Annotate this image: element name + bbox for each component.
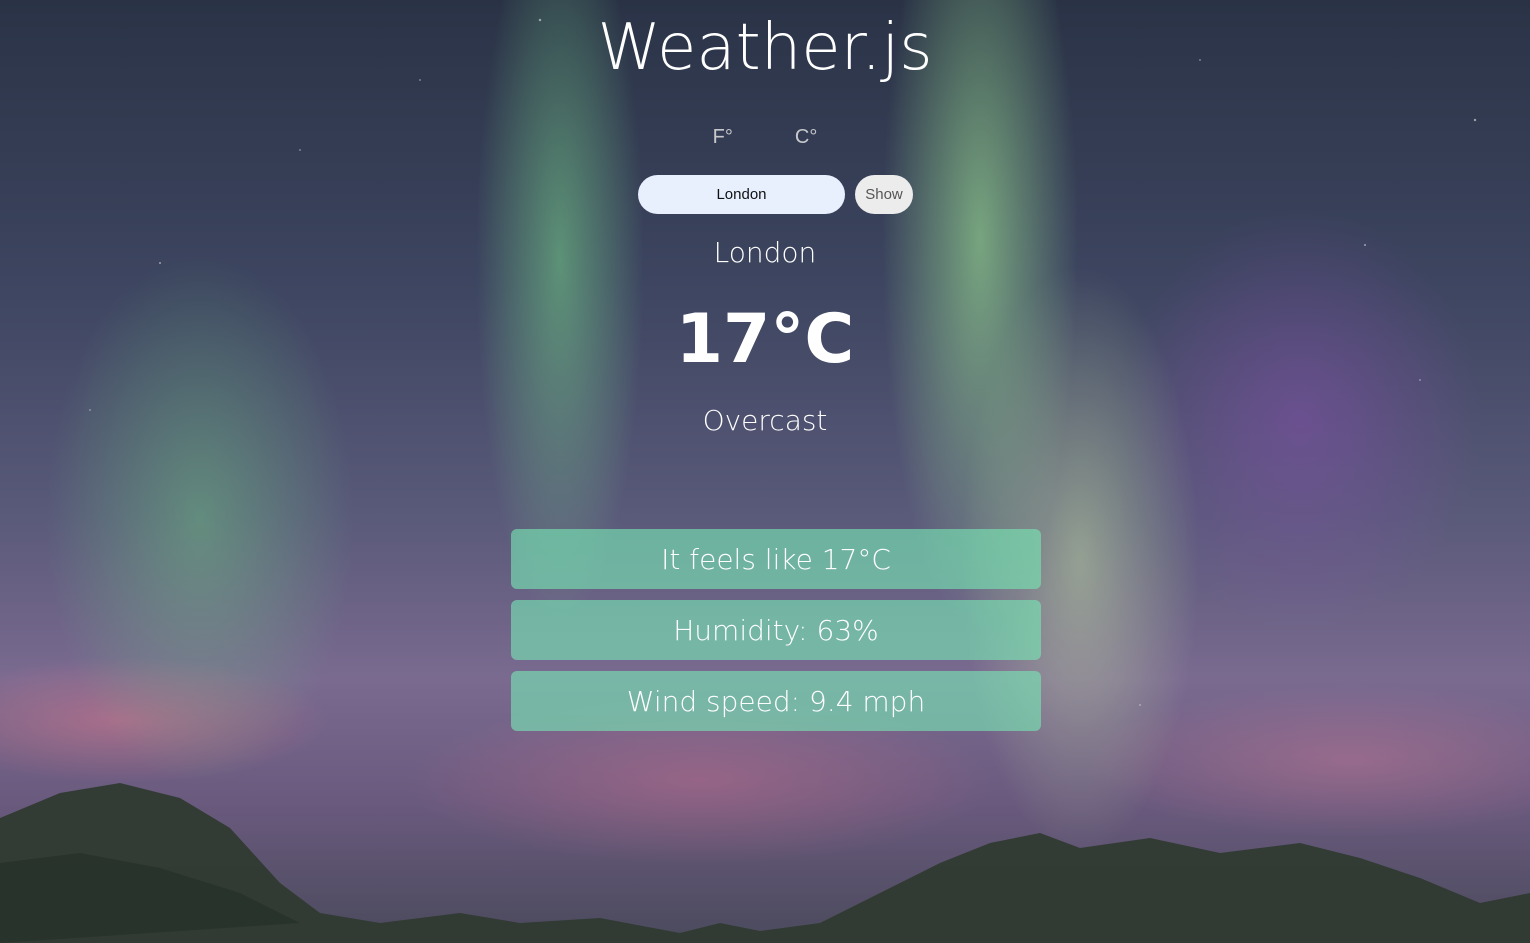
city-name: London (713, 236, 817, 269)
feels-like-card: It feels like 17°C (511, 529, 1041, 589)
celsius-button[interactable]: C° (793, 126, 819, 149)
city-search-input[interactable] (638, 175, 845, 214)
mountain-silhouette (0, 783, 1530, 943)
weather-details: It feels like 17°C Humidity: 63% Wind sp… (511, 529, 1041, 731)
current-temperature: 17°C (675, 300, 855, 379)
weather-condition: Overcast (702, 404, 828, 437)
wind-speed-card: Wind speed: 9.4 mph (511, 671, 1041, 731)
search-bar: Show (638, 175, 913, 214)
unit-toggle: F° C° (0, 126, 1530, 149)
humidity-card: Humidity: 63% (511, 600, 1041, 660)
show-button[interactable]: Show (855, 175, 913, 214)
app-title: Weather.js (597, 11, 933, 85)
fahrenheit-button[interactable]: F° (711, 126, 735, 149)
